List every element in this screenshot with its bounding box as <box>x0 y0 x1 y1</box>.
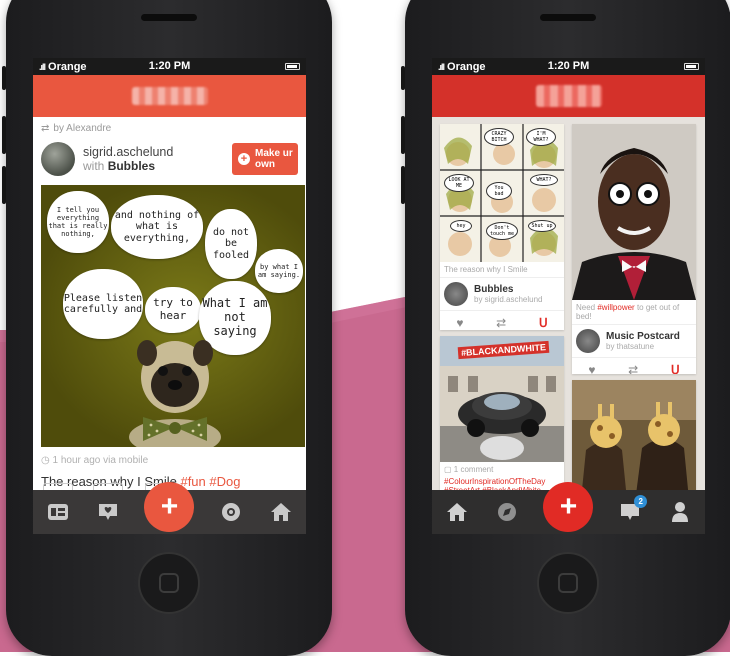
clock-icon: ◷ <box>41 455 53 466</box>
avatar <box>444 282 468 306</box>
heart-message-icon[interactable] <box>95 499 121 525</box>
comment-count: 1 comment <box>453 465 494 474</box>
speech-bubble: by what I am saying. <box>255 249 303 293</box>
app-header <box>33 75 306 117</box>
mute-switch <box>2 66 6 90</box>
comic-image: CRAZY BITCH I'M WHAT? LOOK AT ME WHAT? Y… <box>440 124 564 262</box>
app-header <box>432 75 705 117</box>
left-phone: .ıll Orange 1:20 PM ⇄ by Alexandre sigri… <box>2 0 332 656</box>
post-timestamp: 1 hour ago via mobile <box>52 455 149 466</box>
street-art-image: #BLACKANDWHITE <box>440 336 564 462</box>
collections-icon[interactable] <box>45 499 71 525</box>
home-button[interactable] <box>138 552 200 614</box>
repost-icon[interactable]: ⇄ <box>628 363 638 374</box>
battery-icon <box>684 63 699 70</box>
bottom-tab-bar: + <box>33 482 306 534</box>
add-icon[interactable]: + <box>144 482 195 532</box>
post-card[interactable]: #BLACKANDWHITE ▢ 1 comment #ColourInspir… <box>440 336 564 506</box>
collection-link[interactable]: Bubbles <box>108 159 155 173</box>
home-button[interactable] <box>537 552 599 614</box>
status-time: 1:20 PM <box>148 60 191 72</box>
like-icon[interactable]: ♥ <box>456 316 463 330</box>
repost-line: ⇄ by Alexandre <box>33 117 306 137</box>
comic-bubble: Shut up <box>528 220 556 232</box>
volume-down-button <box>2 166 6 204</box>
comic-bubble: hey <box>450 220 472 232</box>
collection-owner: by sigrid.aschelund <box>474 295 543 304</box>
earpiece-speaker <box>540 14 596 21</box>
avatar <box>576 329 600 353</box>
pug-illustration <box>129 340 221 447</box>
card-actions: ♥ ⇄ ᑌ <box>440 310 564 330</box>
with-prefix: with <box>83 159 105 173</box>
repost-icon[interactable]: ⇄ <box>496 316 506 330</box>
card-caption: Need #willpower to get out of bed! <box>572 300 696 324</box>
caption-prefix: Need <box>576 303 596 312</box>
comic-bubble: You bad <box>486 182 512 200</box>
hashtag-link[interactable]: #Dog <box>209 474 240 489</box>
make-your-own-button[interactable]: + Make ur own <box>232 143 298 175</box>
speech-bubble: I tell you everything that is really not… <box>47 191 109 253</box>
card-actions: ♥ ⇄ ᑌ <box>572 357 696 374</box>
card-caption: The reason why I Smile <box>444 265 528 274</box>
post-card[interactable]: Need #willpower to get out of bed! Music… <box>572 124 696 374</box>
collection-name: Bubbles <box>474 284 514 295</box>
home-icon[interactable] <box>444 499 470 525</box>
volume-up-button <box>401 116 405 154</box>
comic-bubble: LOOK AT ME <box>444 174 474 192</box>
speech-bubble: do not be fooled <box>205 209 257 279</box>
collection-owner: by thatsatune <box>606 342 655 351</box>
brand-action-icon[interactable]: ᑌ <box>671 363 680 374</box>
card-comment-count: ▢ 1 comment <box>440 462 564 477</box>
volume-down-button <box>401 166 405 204</box>
comic-bubble: WHAT? <box>530 174 558 186</box>
card-collection-row[interactable]: Music Postcard by thatsatune <box>572 324 696 357</box>
home-icon[interactable] <box>268 499 294 525</box>
collection-name: Music Postcard <box>606 331 680 342</box>
speech-bubble: and nothing of what is everything, <box>111 195 203 259</box>
profile-icon[interactable] <box>667 499 693 525</box>
right-screen: .ıll Orange 1:20 PM CRAZY BITCH I'M WHAT… <box>432 58 705 534</box>
comic-bubble: CRAZY BITCH <box>484 128 514 146</box>
left-screen: .ıll Orange 1:20 PM ⇄ by Alexandre sigri… <box>33 58 306 534</box>
mute-switch <box>401 66 405 90</box>
status-bar: .ıll Orange 1:20 PM <box>432 58 705 75</box>
status-time: 1:20 PM <box>547 60 590 72</box>
like-icon[interactable]: ♥ <box>588 363 595 374</box>
comment-icon: ▢ <box>444 465 454 474</box>
camera-icon[interactable] <box>218 499 244 525</box>
post-card[interactable]: CRAZY BITCH I'M WHAT? LOOK AT ME WHAT? Y… <box>440 124 564 330</box>
collection-line: with Bubbles <box>83 159 173 173</box>
post-image[interactable]: I tell you everything that is really not… <box>41 185 305 447</box>
comic-bubble: I'M WHAT? <box>526 128 556 146</box>
right-phone: .ıll Orange 1:20 PM CRAZY BITCH I'M WHAT… <box>401 0 730 656</box>
hashtag-link[interactable]: #willpower <box>597 303 634 312</box>
comic-bubble: Don't touch me <box>486 222 518 240</box>
app-logo <box>131 87 208 105</box>
notification-badge: 2 <box>634 495 648 508</box>
add-icon[interactable]: + <box>543 482 594 532</box>
earpiece-speaker <box>141 14 197 21</box>
repost-icon: ⇄ <box>41 123 50 134</box>
post-meta: ◷ 1 hour ago via mobile <box>33 447 306 468</box>
make-button-label: Make ur own <box>255 148 293 170</box>
status-bar: .ıll Orange 1:20 PM <box>33 58 306 75</box>
app-logo <box>535 85 602 107</box>
repost-text: by Alexandre <box>53 123 112 134</box>
battery-icon <box>285 63 300 70</box>
bottom-tab-bar: + 2 <box>432 482 705 534</box>
messages-icon[interactable]: 2 <box>617 495 648 525</box>
plus-icon: + <box>238 153 250 165</box>
portrait-image <box>572 124 696 300</box>
avatar[interactable] <box>41 142 75 176</box>
post-author-row: sigrid.aschelund with Bubbles + Make ur … <box>33 137 306 185</box>
compass-icon[interactable] <box>494 499 520 525</box>
brand-action-icon[interactable]: ᑌ <box>539 316 548 330</box>
card-collection-row[interactable]: Bubbles by sigrid.aschelund <box>440 277 564 310</box>
username[interactable]: sigrid.aschelund <box>83 145 173 159</box>
volume-up-button <box>2 116 6 154</box>
